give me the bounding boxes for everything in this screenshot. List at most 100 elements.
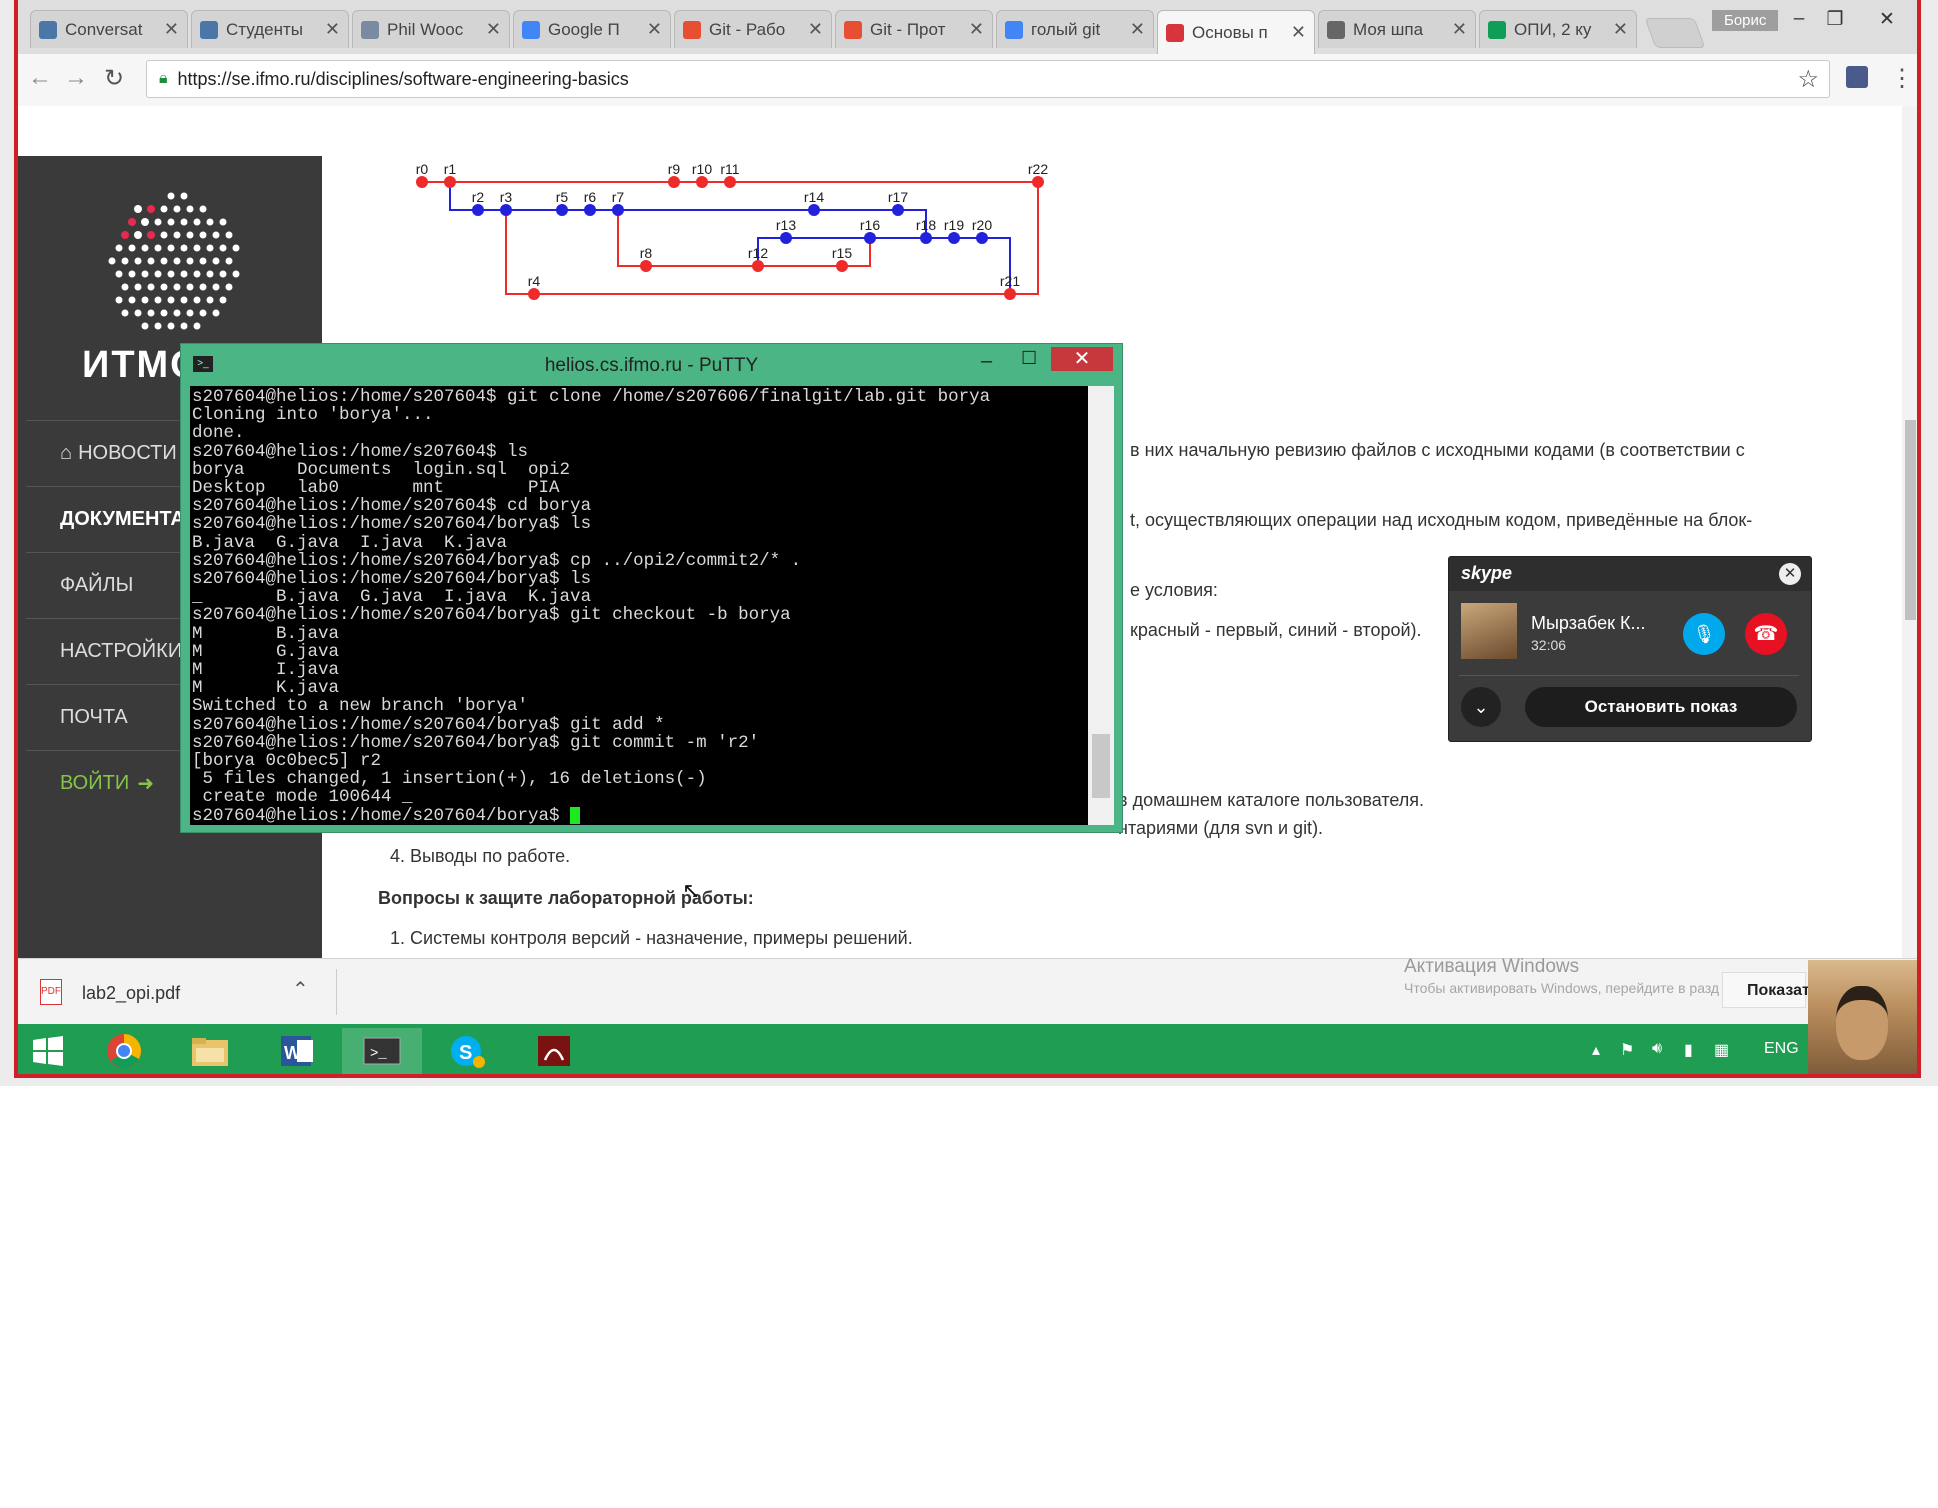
tab-close-icon[interactable]: ✕ <box>647 19 662 40</box>
page-scrollbar[interactable] <box>1902 106 1918 958</box>
microphone-icon[interactable]: 🎙︎ <box>1683 613 1725 655</box>
terminal[interactable]: s207604@helios:/home/s207604$ git clone … <box>190 386 1088 825</box>
commit-node <box>808 204 820 216</box>
chevron-up-icon[interactable]: ⌃ <box>292 977 309 1002</box>
putty-close-icon[interactable]: ✕ <box>1051 347 1113 371</box>
network-icon[interactable]: ▦ <box>1714 1040 1729 1060</box>
word-taskbar-button[interactable]: W <box>256 1028 336 1074</box>
show-all-downloads-button[interactable]: Показат <box>1722 972 1810 1008</box>
git-icon <box>683 20 701 39</box>
hang-up-icon[interactable]: ☎︎ <box>1745 613 1787 655</box>
task-text-4: красный - первый, синий - второй). <box>1130 620 1422 640</box>
commit-label: r12 <box>748 245 768 261</box>
start-button[interactable] <box>20 1028 76 1074</box>
explorer-taskbar-button[interactable] <box>170 1028 250 1074</box>
tray-expand-icon[interactable]: ▴ <box>1592 1040 1600 1060</box>
git-icon <box>844 20 862 39</box>
download-item[interactable]: lab2_opi.pdf <box>82 983 180 1004</box>
tab-close-icon[interactable]: ✕ <box>808 19 823 40</box>
chrome-taskbar-button[interactable] <box>84 1028 164 1074</box>
tab-8[interactable]: Моя шпа ✕ <box>1318 10 1476 48</box>
tab-close-icon[interactable]: ✕ <box>486 19 501 40</box>
acrobat-taskbar-button[interactable] <box>514 1028 594 1074</box>
tab-6[interactable]: голый git ✕ <box>996 10 1154 48</box>
commit-node <box>724 176 736 188</box>
tab-7[interactable]: Основы п ✕ <box>1157 10 1315 54</box>
commit-label: r22 <box>1028 161 1048 177</box>
power-icon[interactable]: ▮ <box>1684 1040 1693 1060</box>
tab-label: Git - Рабо <box>709 19 786 39</box>
commit-node <box>584 204 596 216</box>
reload-icon[interactable]: ↻ <box>104 64 124 93</box>
tab-close-icon[interactable]: ✕ <box>325 19 340 40</box>
tab-close-icon[interactable]: ✕ <box>1130 19 1145 40</box>
grid-icon <box>1327 20 1345 39</box>
new-tab-button[interactable] <box>1644 18 1706 48</box>
commit-node <box>640 260 652 272</box>
tab-9[interactable]: ОПИ, 2 ку ✕ <box>1479 10 1637 48</box>
extension-icon[interactable] <box>1846 66 1868 88</box>
commit-node <box>612 204 624 216</box>
chevron-down-icon[interactable]: ⌄ <box>1461 687 1501 727</box>
tab-label: Conversat <box>65 19 143 39</box>
tab-close-icon[interactable]: ✕ <box>1613 19 1628 40</box>
forward-icon[interactable]: → <box>64 64 88 92</box>
svg-text:S: S <box>459 1042 472 1064</box>
commit-label: r20 <box>972 217 992 233</box>
folder-icon <box>192 1038 228 1066</box>
activation-text: Чтобы активировать Windows, перейдите в … <box>1404 980 1720 996</box>
language-indicator[interactable]: ENG <box>1764 1040 1799 1058</box>
tab-0[interactable]: Conversat ✕ <box>30 10 188 48</box>
commit-label: r18 <box>916 217 936 233</box>
commit-label: r7 <box>612 189 625 205</box>
commit-node <box>444 176 456 188</box>
terminal-icon: >_ <box>363 1037 401 1065</box>
task-text-5: в домашнем каталоге пользователя. <box>1118 790 1425 810</box>
commit-node <box>668 176 680 188</box>
pause-icon <box>361 20 379 39</box>
sheets-icon <box>1488 20 1506 39</box>
putty-window[interactable]: >_ helios.cs.ifmo.ru - PuTTY – ☐ ✕ s2076… <box>180 343 1123 833</box>
skype-call-window[interactable]: skype ✕ Мырзабек К... 32:06 🎙︎ ☎︎ ⌄ Оста… <box>1448 556 1812 742</box>
flag-icon[interactable]: ⚑ <box>1620 1040 1634 1060</box>
address-bar[interactable]: 🔒︎ https://se.ifmo.ru/disciplines/softwa… <box>146 60 1830 98</box>
back-icon[interactable]: ← <box>28 64 52 92</box>
commit-node <box>976 232 988 244</box>
minimize-icon[interactable]: – <box>1784 8 1814 30</box>
skype-close-icon[interactable]: ✕ <box>1779 563 1801 585</box>
tab-3[interactable]: Google П ✕ <box>513 10 671 48</box>
stop-sharing-button[interactable]: Остановить показ <box>1525 687 1797 727</box>
tab-4[interactable]: Git - Рабо ✕ <box>674 10 832 48</box>
tab-2[interactable]: Phil Wooc ✕ <box>352 10 510 48</box>
tab-close-icon[interactable]: ✕ <box>1291 22 1306 43</box>
tab-5[interactable]: Git - Прот ✕ <box>835 10 993 48</box>
svg-text:>_: >_ <box>370 1046 387 1062</box>
skype-taskbar-button[interactable]: S <box>428 1028 508 1074</box>
tab-close-icon[interactable]: ✕ <box>969 19 984 40</box>
commit-node <box>948 232 960 244</box>
tab-close-icon[interactable]: ✕ <box>164 19 179 40</box>
close-window-icon[interactable]: ✕ <box>1872 8 1902 31</box>
commit-label: r2 <box>472 189 485 205</box>
commit-node <box>892 204 904 216</box>
sign-in-icon: ➜ <box>137 773 154 795</box>
commit-label: r16 <box>860 217 880 233</box>
putty-taskbar-button[interactable]: >_ <box>342 1028 422 1074</box>
volume-icon[interactable]: 🔊︎ <box>1652 1040 1662 1058</box>
tab-label: голый git <box>1031 19 1101 39</box>
putty-maximize-icon[interactable]: ☐ <box>1021 348 1037 369</box>
terminal-scrollbar[interactable] <box>1088 386 1114 825</box>
restore-icon[interactable]: ❐ <box>1820 8 1850 31</box>
commit-node <box>864 232 876 244</box>
commit-label: r15 <box>832 245 852 261</box>
menu-icon[interactable]: ⋮ <box>1890 64 1914 93</box>
commit-node <box>416 176 428 188</box>
bookmark-star-icon[interactable]: ☆ <box>1797 65 1819 94</box>
home-icon: ⌂ <box>60 442 73 464</box>
tab-close-icon[interactable]: ✕ <box>1452 19 1467 40</box>
svg-text:W: W <box>284 1043 301 1063</box>
commit-label: r9 <box>668 161 681 177</box>
putty-minimize-icon[interactable]: – <box>981 350 992 373</box>
profile-button[interactable]: Борис <box>1712 10 1779 31</box>
tab-1[interactable]: Студенты ✕ <box>191 10 349 48</box>
